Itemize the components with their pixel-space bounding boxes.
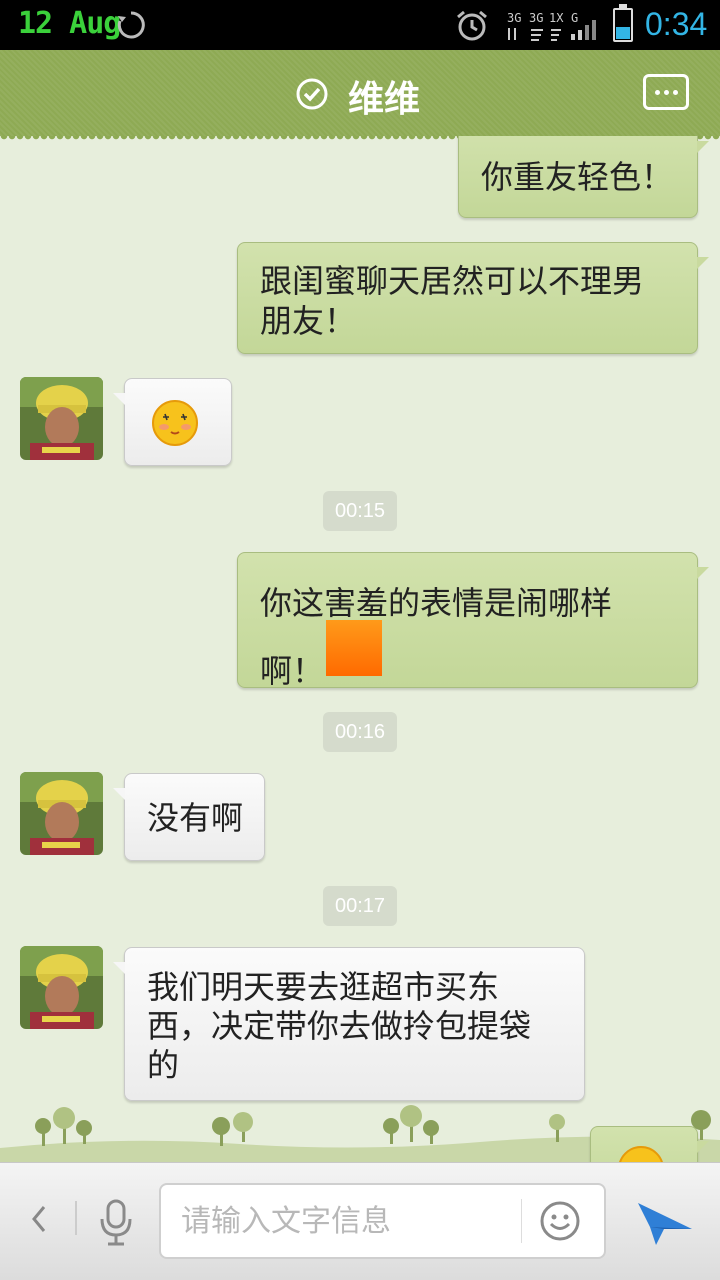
orange-square-icon bbox=[326, 620, 382, 676]
contact-avatar[interactable] bbox=[20, 772, 103, 855]
microphone-icon[interactable] bbox=[96, 1199, 136, 1247]
shy-face-icon bbox=[152, 400, 198, 446]
check-circle-icon bbox=[296, 78, 328, 110]
status-time: 0:34 bbox=[645, 6, 708, 42]
message-bubble-outgoing-partial[interactable] bbox=[590, 1126, 709, 1162]
battery-icon bbox=[613, 4, 633, 42]
message-text: 我们明天要去逛超市买东西，决定带你去做拎包提袋的 bbox=[147, 968, 532, 1084]
svg-text:1X: 1X bbox=[549, 11, 564, 25]
message-bubble-incoming[interactable] bbox=[113, 378, 232, 466]
message-text: 你这害羞的表情是闹哪样啊！ bbox=[260, 584, 613, 690]
message-text: 跟闺蜜聊天居然可以不理男朋友！ bbox=[260, 262, 645, 340]
message-input[interactable] bbox=[181, 1199, 511, 1243]
alarm-icon bbox=[457, 10, 487, 41]
chat-title: 维维 bbox=[348, 79, 421, 120]
chat-header: 维维 bbox=[0, 50, 720, 142]
svg-text:3G: 3G bbox=[529, 11, 543, 25]
message-bubble-outgoing[interactable]: 跟闺蜜聊天居然可以不理男朋友！ bbox=[237, 242, 709, 354]
message-bubble-incoming[interactable]: 没有啊 bbox=[113, 773, 265, 861]
message-text: 没有啊 bbox=[147, 799, 244, 837]
contact-avatar[interactable] bbox=[20, 377, 103, 460]
sync-icon bbox=[117, 11, 145, 39]
divider bbox=[75, 1201, 77, 1235]
message-input-container bbox=[159, 1183, 606, 1259]
status-date: 12 Aug bbox=[18, 6, 121, 41]
message-bubble-incoming[interactable]: 我们明天要去逛超市买东西，决定带你去做拎包提袋的 bbox=[113, 947, 585, 1101]
message-list[interactable]: 你重友轻色！ 跟闺蜜聊天居然可以不理男朋友！ 00:15 你这害羞的表情是闹哪样… bbox=[0, 136, 720, 1162]
svg-text:G: G bbox=[571, 11, 578, 25]
timestamp: 00:15 bbox=[323, 491, 397, 531]
network-signal-icon: 3G 3G 1X G bbox=[507, 11, 596, 41]
divider bbox=[521, 1199, 522, 1243]
smiley-icon[interactable] bbox=[538, 1199, 582, 1243]
laughing-face-icon bbox=[619, 1146, 663, 1162]
message-text: 你重友轻色！ bbox=[481, 158, 674, 196]
input-bar bbox=[0, 1162, 720, 1280]
chevron-left-icon[interactable] bbox=[24, 1199, 54, 1239]
timestamp: 00:16 bbox=[323, 712, 397, 752]
status-bar: 12 Aug 3G 3G 1X G 0:34 bbox=[0, 0, 720, 50]
svg-text:3G: 3G bbox=[507, 11, 521, 25]
message-bubble-outgoing[interactable]: 你重友轻色！ bbox=[458, 136, 709, 218]
send-icon[interactable] bbox=[636, 1199, 694, 1249]
message-bubble-outgoing[interactable]: 你这害羞的表情是闹哪样啊！ bbox=[237, 552, 709, 690]
more-button[interactable] bbox=[643, 74, 689, 110]
timestamp: 00:17 bbox=[323, 886, 397, 926]
contact-avatar[interactable] bbox=[20, 946, 103, 1029]
